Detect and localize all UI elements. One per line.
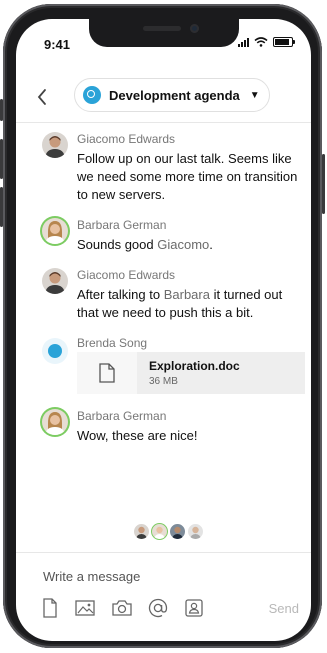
person-icon bbox=[154, 526, 165, 539]
mention-link[interactable]: Barbara bbox=[164, 287, 210, 302]
person-icon bbox=[172, 526, 183, 539]
person-icon bbox=[45, 221, 65, 244]
participant-avatar bbox=[170, 524, 185, 539]
signal-icon bbox=[238, 37, 249, 47]
file-attachment[interactable]: Exploration.doc 36 MB bbox=[77, 352, 305, 394]
message-text: After talking to Barbara it turned out t… bbox=[77, 286, 303, 322]
person-icon bbox=[45, 136, 65, 158]
speaker bbox=[143, 26, 181, 31]
chevron-left-icon bbox=[37, 89, 46, 105]
contact-button[interactable] bbox=[183, 597, 205, 619]
message-text-part: . bbox=[209, 237, 213, 252]
mention-link[interactable]: Giacomo bbox=[157, 237, 209, 252]
message-author: Barbara German bbox=[77, 409, 167, 423]
bot-avatar[interactable] bbox=[42, 338, 68, 364]
camera-button[interactable] bbox=[111, 597, 133, 619]
message-author: Giacomo Edwards bbox=[77, 132, 176, 146]
wifi-icon bbox=[254, 37, 268, 47]
person-icon bbox=[136, 526, 147, 539]
at-icon bbox=[148, 598, 168, 618]
status-time: 9:41 bbox=[44, 37, 71, 52]
mention-button[interactable] bbox=[147, 597, 169, 619]
file-thumbnail bbox=[77, 352, 137, 394]
message-text-part: After talking to bbox=[77, 287, 164, 302]
status-icons bbox=[238, 37, 295, 47]
channel-icon bbox=[83, 86, 101, 104]
chat-header: Development agenda ▼ bbox=[16, 74, 311, 123]
person-icon bbox=[45, 412, 65, 435]
message-author: Giacomo Edwards bbox=[77, 268, 176, 282]
participants-row[interactable] bbox=[134, 524, 203, 539]
file-size: 36 MB bbox=[149, 376, 178, 387]
attach-image-button[interactable] bbox=[74, 597, 96, 619]
phone-frame: 9:41 Development agenda ▼ Giacomo Edward… bbox=[0, 4, 325, 648]
contact-icon bbox=[185, 599, 203, 617]
file-name: Exploration.doc bbox=[149, 359, 240, 373]
power-button bbox=[322, 154, 325, 214]
avatar[interactable] bbox=[42, 218, 68, 244]
camera-icon bbox=[112, 600, 132, 616]
front-camera bbox=[190, 24, 199, 33]
image-icon bbox=[75, 600, 95, 616]
participant-avatar bbox=[134, 524, 149, 539]
mute-switch bbox=[0, 99, 3, 121]
message-text-part: Sounds good bbox=[77, 237, 158, 252]
channel-selector[interactable]: Development agenda ▼ bbox=[74, 78, 270, 112]
message-input[interactable] bbox=[41, 564, 285, 588]
person-icon bbox=[190, 526, 201, 539]
app-screen: 9:41 Development agenda ▼ Giacomo Edward… bbox=[16, 19, 311, 641]
notch bbox=[89, 19, 239, 47]
volume-up-button bbox=[0, 139, 3, 179]
caret-down-icon: ▼ bbox=[249, 89, 260, 101]
message-text: Sounds good Giacomo. bbox=[77, 236, 303, 254]
participant-avatar bbox=[188, 524, 203, 539]
back-button[interactable] bbox=[36, 86, 48, 112]
send-button[interactable]: Send bbox=[269, 601, 299, 616]
file-info: Exploration.doc 36 MB bbox=[149, 359, 240, 387]
person-icon bbox=[45, 272, 65, 294]
document-icon bbox=[43, 598, 57, 618]
message-author: Brenda Song bbox=[77, 336, 148, 350]
channel-name: Development agenda bbox=[109, 87, 240, 103]
participant-avatar bbox=[152, 524, 167, 539]
avatar[interactable] bbox=[42, 132, 68, 158]
message-text: Follow up on our last talk. Seems like w… bbox=[77, 151, 298, 202]
volume-down-button bbox=[0, 187, 3, 227]
battery-icon bbox=[273, 37, 295, 47]
document-icon bbox=[99, 363, 115, 383]
message-author: Barbara German bbox=[77, 218, 167, 232]
avatar[interactable] bbox=[42, 409, 68, 435]
avatar[interactable] bbox=[42, 268, 68, 294]
message-composer: Send bbox=[16, 552, 311, 641]
attach-document-button[interactable] bbox=[40, 597, 62, 619]
message-text: Wow, these are nice! bbox=[77, 428, 198, 443]
